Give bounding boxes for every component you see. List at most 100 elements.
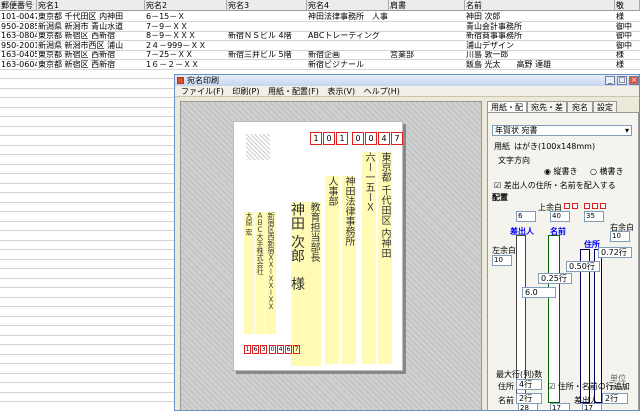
table-cell[interactable]: 8－9－ＸＸＸ: [146, 31, 227, 40]
sender-include-checkbox[interactable]: ☑ 差出人の住所・名前を配入する: [494, 180, 616, 191]
tab-content: 年賀状 宛書 ▾ 用紙 はがき(100x148mm) 文字方向 ◉ 縦書き ○ …: [487, 112, 639, 410]
stamp-area: [246, 134, 270, 160]
line-spacing-select-2[interactable]: 0.50行: [566, 261, 600, 272]
address-name-checkbox[interactable]: ☑ 住所・名前の行追加: [548, 381, 630, 392]
maximize-button[interactable]: □: [617, 76, 627, 85]
table-cell[interactable]: [390, 22, 465, 31]
minimize-button[interactable]: _: [605, 76, 615, 85]
table-cell[interactable]: 新宿商事事務所: [466, 31, 615, 40]
name-area-bar[interactable]: [548, 235, 560, 403]
postal-digit: 7: [391, 132, 403, 145]
column-header-address4[interactable]: 宛名4: [307, 0, 389, 11]
close-button[interactable]: ×: [629, 76, 639, 85]
table-cell[interactable]: 6－15－Ｘ: [146, 12, 227, 21]
table-cell[interactable]: 様: [616, 50, 640, 59]
table-cell[interactable]: [228, 12, 307, 21]
table-cell[interactable]: [228, 41, 307, 50]
table-cell[interactable]: 950-2001: [1, 41, 37, 50]
sender-postal-digit: 3: [260, 345, 267, 354]
address-area-bar-2[interactable]: [594, 249, 602, 403]
table-cell[interactable]: 川島 敦一郎: [466, 50, 615, 59]
postal-digit: 0: [365, 132, 377, 145]
table-cell[interactable]: 御中: [616, 22, 640, 31]
menu-help[interactable]: ヘルプ(H): [364, 87, 400, 96]
name-lines-select[interactable]: 2行: [516, 393, 542, 404]
column-header-address3[interactable]: 宛名3: [227, 0, 307, 11]
table-cell[interactable]: 御中: [616, 31, 640, 40]
name-lines-label: 名前: [498, 396, 514, 405]
top-margin-spinner[interactable]: 6: [516, 211, 536, 222]
table-cell[interactable]: 青山会計事務所: [466, 22, 615, 31]
menu-file[interactable]: ファイル(F): [181, 87, 224, 96]
menu-view[interactable]: 表示(V): [327, 87, 355, 96]
table-cell[interactable]: 163-0604: [1, 60, 37, 69]
column-header-title[interactable]: 肩書: [389, 0, 465, 11]
table-cell[interactable]: 7－9－ＸＸ: [146, 22, 227, 31]
table-cell[interactable]: 神田法律事務所 人事 教育担当部長: [308, 12, 389, 21]
sender-postal-digit: 6: [285, 345, 292, 354]
table-cell[interactable]: [228, 60, 307, 69]
font-size-select[interactable]: 6.0: [522, 287, 556, 298]
right-margin-spinner[interactable]: 10: [610, 231, 630, 242]
table-cell[interactable]: 東京都 新宿区 西新宿: [38, 60, 145, 69]
table-cell[interactable]: 新宿ＮＳビル 4階: [228, 31, 307, 40]
print-dialog-window[interactable]: 宛名印刷 _ □ × ファイル(F) 印刷(P) 用紙・配置(F) 表示(V) …: [174, 74, 640, 411]
table-cell[interactable]: 新潟県 新潟市西区 浦山: [38, 41, 145, 50]
direction-horizontal-radio[interactable]: ○ 横書き: [590, 166, 624, 177]
table-cell[interactable]: 新宿ビジナール: [308, 60, 389, 69]
address-lines-select[interactable]: 4行: [516, 379, 542, 390]
direction-vertical-radio[interactable]: ◉ 縦書き: [544, 166, 578, 177]
left-margin-spinner[interactable]: 10: [492, 255, 512, 266]
title-text: 教育担当部長: [307, 202, 321, 366]
column-header-address2[interactable]: 宛名2: [145, 0, 227, 11]
column-header-postal[interactable]: 郵便番号: [0, 0, 37, 11]
table-cell[interactable]: 神田 次郎: [466, 12, 615, 21]
menu-paper-layout[interactable]: 用紙・配置(F): [268, 87, 319, 96]
window-icon: [177, 77, 184, 84]
table-cell[interactable]: [390, 31, 465, 40]
table-cell[interactable]: [390, 60, 465, 69]
table-cell[interactable]: 浦山デザイン: [466, 41, 615, 50]
right-offset-spinner[interactable]: 35: [584, 211, 604, 222]
postal-digit: 1: [310, 132, 322, 145]
table-cell[interactable]: 1６－２－ＸＸ: [146, 60, 227, 69]
table-cell[interactable]: [308, 22, 389, 31]
table-cell[interactable]: [390, 12, 465, 21]
table-cell[interactable]: 新潟県 新潟市 青山水道: [38, 22, 145, 31]
table-cell[interactable]: [390, 41, 465, 50]
table-cell[interactable]: 東京都 千代田区 内神田: [38, 12, 145, 21]
line-spacing-select-3[interactable]: 0.25行: [538, 273, 572, 284]
postal-offset-spinner[interactable]: 40: [550, 211, 570, 222]
column-header-address1[interactable]: 宛名1: [37, 0, 145, 11]
table-cell[interactable]: 御中: [616, 41, 640, 50]
window-titlebar[interactable]: 宛名印刷 _ □ ×: [175, 75, 639, 86]
line-spacing-select-1[interactable]: 0.72行: [598, 247, 632, 258]
column-header-name[interactable]: 名前: [465, 0, 615, 11]
table-cell[interactable]: [228, 22, 307, 31]
table-cell[interactable]: 様: [616, 12, 640, 21]
table-cell[interactable]: 7－25－ＸＸ: [146, 50, 227, 59]
table-cell[interactable]: 新宿三井ビル 5階: [228, 50, 307, 59]
sender-lines-select[interactable]: 2行: [602, 393, 628, 404]
column-header-honorific[interactable]: 敬: [615, 0, 640, 11]
table-cell[interactable]: [308, 41, 389, 50]
table-cell[interactable]: 2４－999－ＸＸ: [146, 41, 227, 50]
table-cell[interactable]: 新宿企画: [308, 50, 389, 59]
table-cell[interactable]: ABCトレーディング: [308, 31, 389, 40]
table-cell[interactable]: 飯島 光太 高野 達雄: [466, 60, 615, 69]
bottom-spinner-1[interactable]: 28: [518, 403, 538, 410]
table-cell[interactable]: 東京都 新宿区 西新宿: [38, 50, 145, 59]
table-cell[interactable]: 950-2085: [1, 22, 37, 31]
table-cell[interactable]: 東京都 新宿区 西新宿: [38, 31, 145, 40]
sender-postal-digit: 4: [277, 345, 284, 354]
table-cell[interactable]: 163-0405: [1, 50, 37, 59]
table-cell[interactable]: 101-0047: [1, 12, 37, 21]
table-cell[interactable]: 163-0804: [1, 31, 37, 40]
sender-company-text: ＡＢＣ大手株式会社: [255, 212, 265, 334]
table-cell[interactable]: 営業部: [390, 50, 465, 59]
bottom-spinner-2[interactable]: 17: [550, 403, 570, 410]
menu-print[interactable]: 印刷(P): [232, 87, 259, 96]
table-cell[interactable]: 様: [616, 60, 640, 69]
address-area-bar[interactable]: [580, 249, 590, 403]
paper-type-select[interactable]: 年賀状 宛書 ▾: [492, 125, 632, 136]
